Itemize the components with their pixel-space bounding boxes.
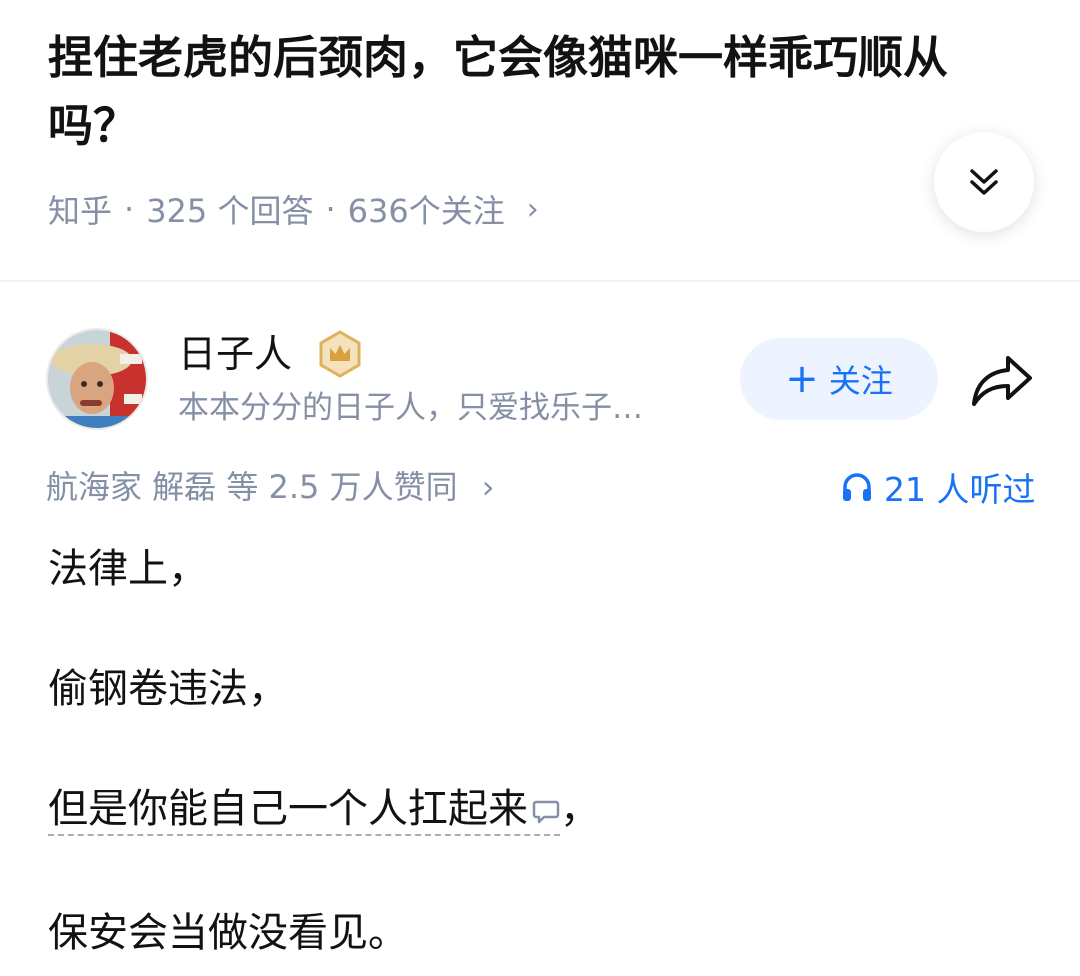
avatar[interactable] bbox=[46, 328, 148, 430]
author-name[interactable]: 日子人 bbox=[178, 328, 292, 380]
section-divider bbox=[0, 280, 1080, 282]
punctuation: ， bbox=[560, 786, 600, 832]
annotated-text[interactable]: 但是你能自己一个人扛起来 bbox=[48, 786, 560, 836]
share-arrow-icon[interactable] bbox=[968, 350, 1036, 410]
chevron-right-icon: › bbox=[526, 191, 539, 227]
crown-badge-icon bbox=[319, 330, 361, 378]
answer-paragraph: 偷钢卷违法， bbox=[48, 666, 288, 712]
answer-paragraph: 法律上， bbox=[48, 546, 208, 592]
question-title[interactable]: 捏住老虎的后颈肉，它会像猫咪一样乖巧顺从吗？ bbox=[48, 24, 1008, 160]
upvoters-text: 航海家 解磊 等 2.5 万人赞同 bbox=[46, 468, 458, 506]
chevron-right-icon: › bbox=[481, 468, 495, 506]
listen-count-text: 21 人听过 bbox=[884, 470, 1036, 509]
answer-paragraph: 但是你能自己一个人扛起来 ， bbox=[48, 780, 600, 838]
follow-button[interactable]: + 关注 bbox=[740, 338, 938, 420]
follow-count: 636个关注 bbox=[347, 192, 505, 230]
listen-count[interactable]: 21 人听过 bbox=[840, 462, 1035, 512]
plus-icon: + bbox=[785, 356, 819, 402]
source-label: 知乎 bbox=[48, 192, 113, 230]
headphones-icon bbox=[843, 473, 871, 501]
answer-count: 325 个回答 bbox=[146, 192, 314, 230]
comment-bubble-icon[interactable] bbox=[532, 797, 560, 825]
answer-paragraph: 保安会当做没看见。 bbox=[48, 910, 408, 956]
follow-label: 关注 bbox=[828, 362, 893, 400]
upvote-summary[interactable]: 航海家 解磊 等 2.5 万人赞同 › bbox=[46, 462, 495, 512]
question-meta[interactable]: 知乎 · 325 个回答 · 636个关注 › bbox=[48, 184, 539, 234]
meta-separator: · bbox=[325, 190, 336, 228]
annotated-text-content: 但是你能自己一个人扛起来 bbox=[48, 786, 528, 832]
meta-separator: · bbox=[124, 190, 135, 228]
author-bio: 本本分分的日子人，只爱找乐子… bbox=[178, 390, 643, 426]
double-chevron-down-icon bbox=[970, 169, 998, 195]
expand-button[interactable] bbox=[934, 132, 1034, 232]
